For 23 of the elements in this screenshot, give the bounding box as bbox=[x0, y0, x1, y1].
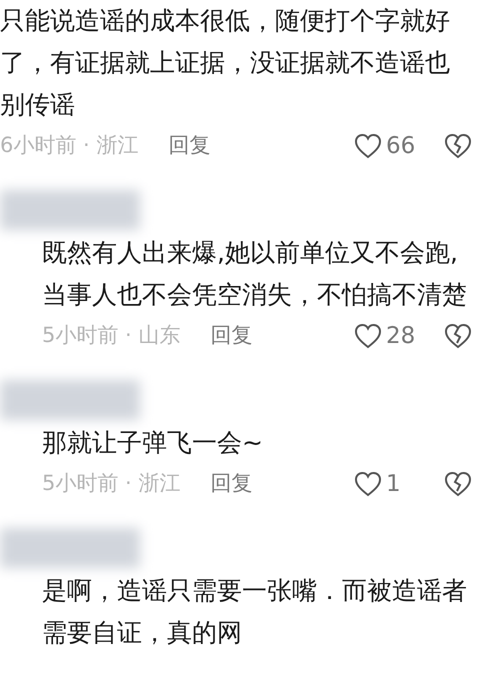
comment-meta: 6小时前 · 浙江 bbox=[0, 132, 138, 160]
comment-text: 需要自证，真的网 bbox=[42, 617, 243, 649]
comment-text: 既然有人出来爆,她以前单位又不会跑, bbox=[42, 237, 459, 269]
reply-link[interactable]: 回复 bbox=[210, 468, 252, 500]
like-count: 1 bbox=[386, 470, 401, 499]
comment-meta: 5小时前 · 浙江 bbox=[42, 470, 180, 498]
heart-icon[interactable] bbox=[354, 133, 382, 159]
like-count: 28 bbox=[386, 322, 416, 351]
comment-meta: 5小时前 · 山东 bbox=[42, 322, 180, 350]
comment-text: 是啊，造谣只需要一张嘴．而被造谣者 bbox=[42, 575, 468, 607]
reply-link[interactable]: 回复 bbox=[168, 130, 210, 162]
comment-text: 那就让子弹飞一会~ bbox=[42, 427, 264, 459]
comment-text: 只能说造谣的成本很低，随便打个字就好 bbox=[0, 5, 451, 37]
like-count: 66 bbox=[386, 132, 416, 161]
broken-heart-icon[interactable] bbox=[444, 133, 472, 159]
comment-text: 当事人也不会凭空消失，不怕搞不清楚 bbox=[42, 279, 468, 311]
heart-icon[interactable] bbox=[354, 471, 382, 497]
broken-heart-icon[interactable] bbox=[444, 323, 472, 349]
heart-icon[interactable] bbox=[354, 323, 382, 349]
reply-link[interactable]: 回复 bbox=[210, 320, 252, 352]
broken-heart-icon[interactable] bbox=[444, 471, 472, 497]
comment-text: 了，有证据就上证据，没证据就不造谣也 bbox=[0, 47, 451, 79]
comment-text: 别传谣 bbox=[0, 89, 76, 121]
